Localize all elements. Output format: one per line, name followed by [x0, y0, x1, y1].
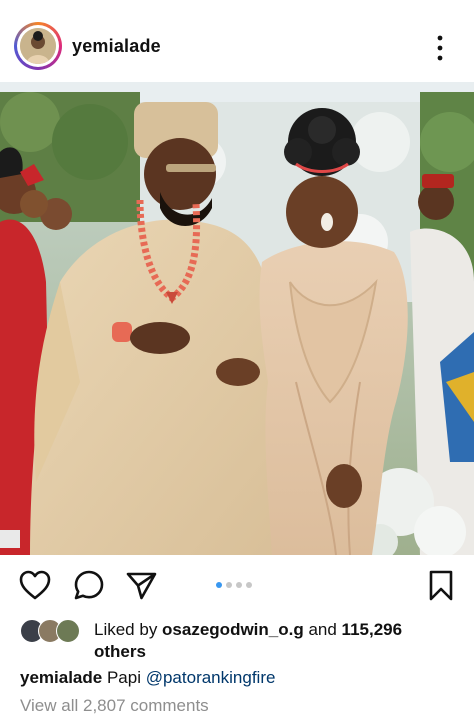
caption-text: Papi	[102, 668, 146, 687]
carousel-dot	[216, 582, 222, 588]
post-username[interactable]: yemialade	[72, 36, 161, 57]
carousel-dot	[246, 582, 252, 588]
caption-username[interactable]: yemialade	[20, 668, 102, 687]
avatar-image	[20, 28, 56, 64]
likes-prefix: Liked by	[94, 620, 163, 639]
bookmark-icon[interactable]	[424, 568, 458, 602]
post-photo[interactable]	[0, 82, 474, 555]
post-header: yemialade	[0, 0, 474, 82]
send-icon[interactable]	[124, 568, 158, 602]
liked-by-avatars[interactable]	[20, 619, 86, 643]
avatar[interactable]	[20, 28, 56, 64]
liker-avatar	[56, 619, 80, 643]
likes-count[interactable]: 115,296	[342, 620, 403, 639]
liked-by-username[interactable]: osazegodwin_o.g	[162, 620, 304, 639]
likes-text: Liked by osazegodwin_o.g and 115,296 oth…	[94, 619, 454, 663]
carousel-dot	[226, 582, 232, 588]
carousel-dot	[236, 582, 242, 588]
caption-mention-link[interactable]: @patorankingfire	[146, 668, 276, 687]
likes-others[interactable]: others	[94, 642, 146, 661]
wedding-photo-image	[0, 82, 474, 555]
view-all-comments-link[interactable]: View all 2,807 comments	[20, 695, 209, 717]
heart-icon[interactable]	[18, 568, 52, 602]
post-caption: yemialade Papi @patorankingfire	[20, 667, 275, 689]
more-vertical-icon[interactable]	[430, 34, 450, 62]
likes-and: and	[303, 620, 342, 639]
comment-icon[interactable]	[72, 568, 106, 602]
story-ring[interactable]	[14, 22, 62, 70]
